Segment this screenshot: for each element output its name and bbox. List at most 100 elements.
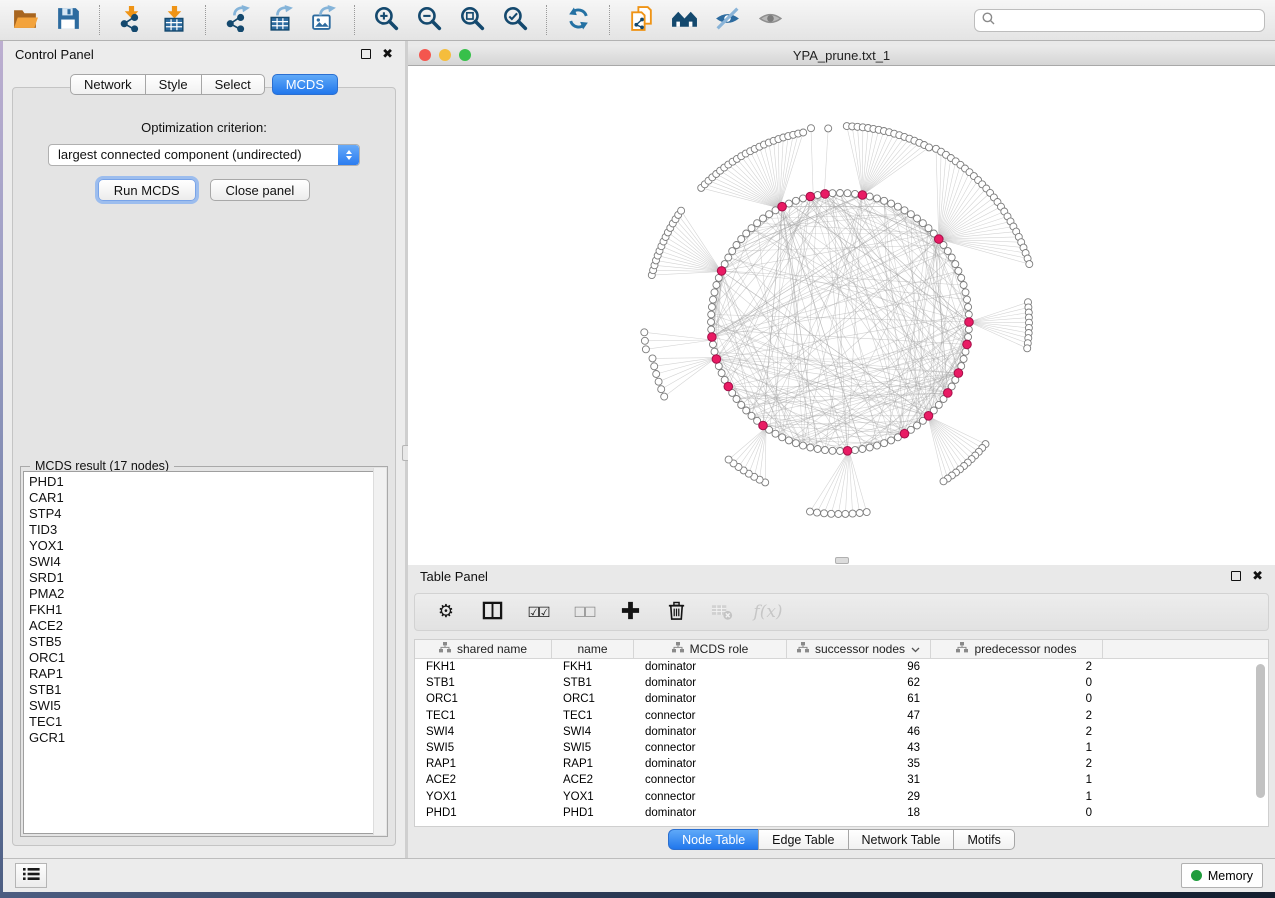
export-table-button[interactable] — [265, 5, 295, 35]
first-neighbors-button[interactable] — [669, 5, 699, 35]
mcds-result-item[interactable]: TEC1 — [29, 714, 384, 730]
cell-predecessor-nodes: 1 — [931, 740, 1103, 756]
control-panel-titlebar: Control Panel ✖ — [3, 41, 405, 67]
minimize-window-icon[interactable] — [439, 49, 451, 61]
add-row-button[interactable] — [617, 599, 643, 625]
delete-table-button[interactable] — [709, 599, 735, 625]
table-row[interactable]: ORC1ORC1dominator610 — [415, 691, 1268, 707]
columns-button[interactable] — [479, 599, 505, 625]
column-header-predecessor-nodes[interactable]: predecessor nodes — [931, 640, 1103, 658]
network-mapped-icon — [672, 642, 684, 656]
import-network-button[interactable] — [116, 5, 146, 35]
refresh-layout-button[interactable] — [563, 5, 593, 35]
memory-button[interactable]: Memory — [1181, 863, 1263, 888]
zoom-in-button[interactable] — [371, 5, 401, 35]
cell-successor-nodes: 61 — [787, 691, 931, 707]
delete-row-button[interactable] — [663, 599, 689, 625]
table-row[interactable]: RAP1RAP1dominator352 — [415, 756, 1268, 772]
mcds-result-item[interactable]: PHD1 — [29, 474, 384, 490]
deselect-all-button[interactable]: ☐☐ — [571, 599, 597, 625]
tab-node-table[interactable]: Node Table — [668, 829, 759, 850]
table-row[interactable]: FKH1FKH1dominator962 — [415, 659, 1268, 675]
mcds-result-item[interactable]: ACE2 — [29, 618, 384, 634]
mcds-result-item[interactable]: YOX1 — [29, 538, 384, 554]
mcds-result-item[interactable]: SWI4 — [29, 554, 384, 570]
column-header-MCDS-role[interactable]: MCDS role — [634, 640, 787, 658]
mcds-result-item[interactable]: FKH1 — [29, 602, 384, 618]
close-panel-button[interactable]: Close panel — [210, 179, 311, 201]
mcds-result-item[interactable]: SWI5 — [29, 698, 384, 714]
network-canvas[interactable] — [408, 66, 1275, 565]
mcds-result-item[interactable]: PMA2 — [29, 586, 384, 602]
close-table-panel-icon[interactable]: ✖ — [1252, 571, 1263, 581]
columns-icon — [482, 600, 503, 624]
search-box[interactable] — [974, 9, 1265, 32]
export-image-button[interactable] — [308, 5, 338, 35]
cell-name: STB1 — [552, 675, 634, 691]
table-row[interactable]: TEC1TEC1connector472 — [415, 708, 1268, 724]
table-scrollbar-thumb[interactable] — [1256, 664, 1265, 798]
cell-predecessor-nodes: 0 — [931, 691, 1103, 707]
table-row[interactable]: YOX1YOX1connector291 — [415, 789, 1268, 805]
zoom-selected-button[interactable] — [500, 5, 530, 35]
mcds-list-scrollbar[interactable] — [373, 468, 386, 835]
mcds-result-item[interactable]: STB1 — [29, 682, 384, 698]
split-handle[interactable] — [835, 557, 849, 564]
show-panels-button[interactable] — [15, 863, 47, 888]
export-network-button[interactable] — [222, 5, 252, 35]
hide-selected-button[interactable] — [712, 5, 742, 35]
open-file-icon — [12, 5, 39, 35]
table-row[interactable]: SWI5SWI5connector431 — [415, 740, 1268, 756]
table-row[interactable]: ACE2ACE2connector311 — [415, 772, 1268, 788]
delete-table-icon — [711, 601, 733, 624]
mcds-result-item[interactable]: RAP1 — [29, 666, 384, 682]
gear-button[interactable]: ⚙ — [433, 599, 459, 625]
criterion-select[interactable]: largest connected component (undirected) — [48, 144, 360, 166]
column-header-shared-name[interactable]: shared name — [415, 640, 552, 658]
select-all-button[interactable]: ☑☑ — [525, 599, 551, 625]
mcds-result-item[interactable]: STP4 — [29, 506, 384, 522]
tab-edge-table[interactable]: Edge Table — [758, 829, 848, 850]
tab-network-table[interactable]: Network Table — [848, 829, 955, 850]
search-input[interactable] — [1000, 13, 1257, 27]
mcds-result-item[interactable]: CAR1 — [29, 490, 384, 506]
run-mcds-button[interactable]: Run MCDS — [98, 179, 196, 201]
table-row[interactable]: SWI4SWI4dominator462 — [415, 724, 1268, 740]
zoom-fit-button[interactable] — [457, 5, 487, 35]
table-row[interactable]: PHD1PHD1dominator180 — [415, 805, 1268, 821]
show-all-button[interactable] — [755, 5, 785, 35]
tab-select[interactable]: Select — [201, 74, 265, 95]
tab-mcds[interactable]: MCDS — [272, 74, 338, 95]
import-table-button[interactable] — [159, 5, 189, 35]
toolbar-separator — [205, 5, 206, 35]
zoom-out-button[interactable] — [414, 5, 444, 35]
close-window-icon[interactable] — [419, 49, 431, 61]
cell-successor-nodes: 47 — [787, 708, 931, 724]
mcds-result-item[interactable]: ORC1 — [29, 650, 384, 666]
tab-motifs[interactable]: Motifs — [953, 829, 1014, 850]
clone-network-button[interactable] — [626, 5, 656, 35]
mcds-result-item[interactable]: GCR1 — [29, 730, 384, 746]
open-file-button[interactable] — [10, 5, 40, 35]
mcds-result-item[interactable]: STB5 — [29, 634, 384, 650]
save-session-button[interactable] — [53, 5, 83, 35]
mcds-result-item[interactable]: TID3 — [29, 522, 384, 538]
deselect-all-icon: ☐☐ — [573, 605, 594, 620]
cell-predecessor-nodes: 0 — [931, 675, 1103, 691]
cell-name: SWI5 — [552, 740, 634, 756]
cell-predecessor-nodes: 2 — [931, 724, 1103, 740]
mcds-result-item[interactable]: SRD1 — [29, 570, 384, 586]
column-header-successor-nodes[interactable]: successor nodes — [787, 640, 931, 658]
column-header-name[interactable]: name — [552, 640, 634, 658]
close-panel-icon[interactable]: ✖ — [382, 49, 393, 59]
float-panel-icon[interactable] — [361, 49, 371, 59]
mcds-result-list[interactable]: PHD1CAR1STP4TID3YOX1SWI4SRD1PMA2FKH1ACE2… — [23, 471, 385, 834]
function-builder-button[interactable]: f(x) — [755, 599, 781, 625]
maximize-window-icon[interactable] — [459, 49, 471, 61]
table-panel-titlebar: Table Panel ✖ — [408, 565, 1275, 587]
table-row[interactable]: STB1STB1dominator620 — [415, 675, 1268, 691]
cell-shared-name: SWI5 — [415, 740, 552, 756]
tab-network[interactable]: Network — [70, 74, 146, 95]
tab-style[interactable]: Style — [145, 74, 202, 95]
float-table-panel-icon[interactable] — [1231, 571, 1241, 581]
